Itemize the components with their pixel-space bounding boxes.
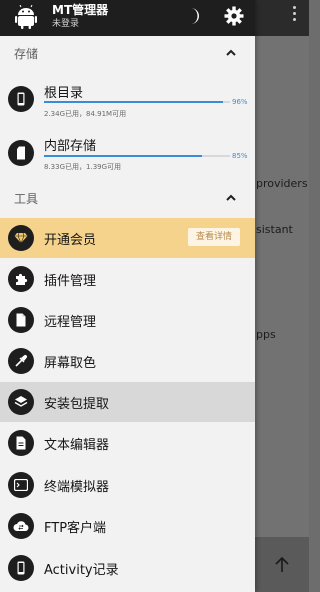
tool-item-text-editor[interactable]: 文本编辑器: [0, 423, 255, 463]
tool-item-activity-log[interactable]: Activity记录: [0, 548, 255, 588]
background-text: pps: [256, 328, 276, 341]
tool-item-color-picker[interactable]: 屏幕取色: [0, 341, 255, 381]
terminal-icon: [8, 472, 34, 498]
login-status[interactable]: 未登录: [52, 16, 79, 29]
view-details-button[interactable]: 查看详情: [187, 228, 240, 246]
tool-item-remote[interactable]: 远程管理: [0, 300, 255, 340]
tool-label: 插件管理: [44, 274, 97, 289]
moon-icon: [191, 8, 199, 24]
diamond-icon: [8, 225, 34, 251]
background-text: sistant: [256, 223, 293, 236]
puzzle-icon: [8, 266, 34, 292]
storage-usage-bar: [44, 101, 230, 103]
storage-item-internal[interactable]: 内部存储 85% 8.33G已用，1.39G可用: [0, 128, 255, 186]
chevron-up-icon[interactable]: [225, 192, 237, 204]
chevron-up-icon[interactable]: [225, 47, 237, 59]
gear-icon: [224, 6, 244, 26]
background-text: providers: [256, 177, 308, 190]
sdcard-icon: [8, 140, 34, 166]
tool-item-apk-extract[interactable]: 安装包提取: [0, 382, 255, 422]
section-title-tools: 工具: [14, 192, 39, 206]
storage-item-root[interactable]: 根目录 96% 2.34G已用，84.91M可用: [0, 74, 255, 132]
tool-item-vip[interactable]: 开通会员 查看详情: [0, 218, 255, 258]
arrow-up-icon: [275, 556, 289, 572]
navigation-drawer: MT管理器 未登录 存储 根目录 96% 2.34G已用，84.91M可用 内部…: [0, 0, 255, 592]
storage-label: 根目录: [44, 86, 84, 101]
tool-label: 安装包提取: [44, 397, 110, 412]
theme-toggle-button[interactable]: [182, 5, 204, 27]
settings-button[interactable]: [223, 5, 245, 27]
tool-item-ftp[interactable]: FTP客户端: [0, 506, 255, 546]
overflow-menu-icon: [293, 6, 297, 24]
storage-percent: 85%: [232, 152, 248, 160]
tool-label: 开通会员: [44, 233, 97, 248]
tool-label: Activity记录: [44, 563, 119, 578]
storage-usage-bar: [44, 155, 230, 157]
android-logo-icon: [15, 5, 37, 29]
tool-label: 远程管理: [44, 315, 97, 330]
phone-icon: [8, 555, 34, 581]
phone-icon: [8, 86, 34, 112]
tool-label: FTP客户端: [44, 521, 107, 536]
text-file-icon: [8, 430, 34, 456]
drawer-header: MT管理器 未登录: [0, 0, 255, 36]
section-title-storage: 存储: [14, 47, 39, 61]
tool-item-plugins[interactable]: 插件管理: [0, 259, 255, 299]
tool-label: 终端模拟器: [44, 480, 110, 495]
tool-label: 文本编辑器: [44, 438, 110, 453]
eyedropper-icon: [8, 348, 34, 374]
cloud-sync-icon: [8, 513, 34, 539]
tool-label: 屏幕取色: [44, 356, 97, 371]
tool-item-terminal[interactable]: 终端模拟器: [0, 465, 255, 505]
storage-usage-fill: [44, 101, 223, 103]
storage-detail: 2.34G已用，84.91M可用: [44, 110, 127, 118]
storage-usage-fill: [44, 155, 203, 157]
storage-percent: 96%: [232, 98, 248, 106]
storage-label: 内部存储: [44, 139, 97, 154]
layers-icon: [8, 389, 34, 415]
storage-detail: 8.33G已用，1.39G可用: [44, 163, 122, 171]
scroll-up-button: [255, 537, 309, 592]
document-icon: [8, 307, 34, 333]
